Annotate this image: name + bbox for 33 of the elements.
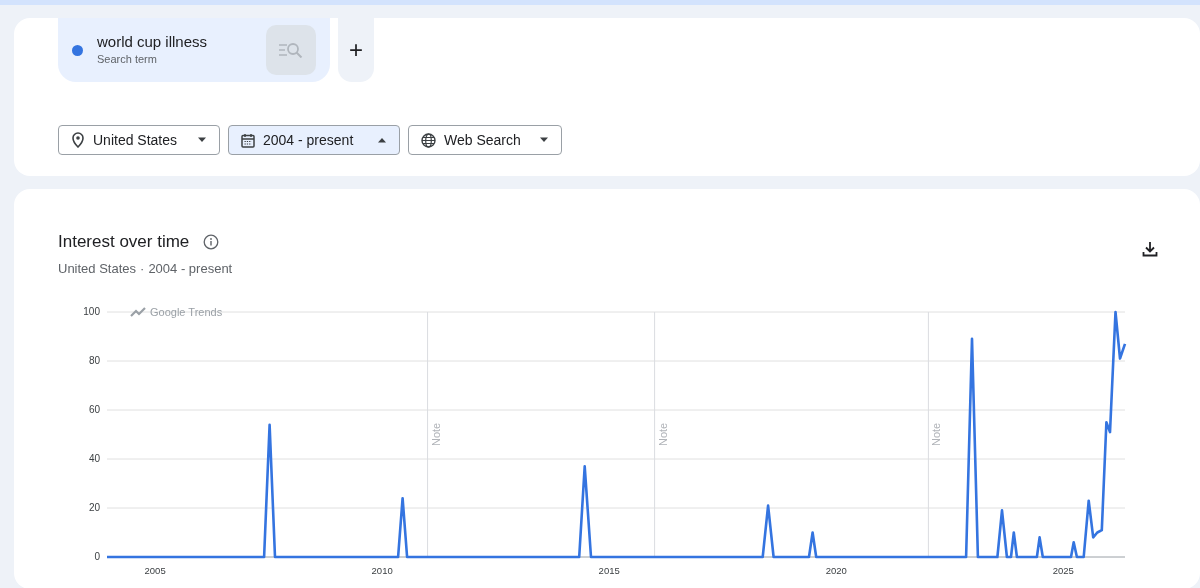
filter-dropdown[interactable]: United States: [58, 125, 220, 155]
caret-down-icon: [539, 137, 549, 143]
caret-down-icon: [197, 137, 207, 143]
filter-dropdown[interactable]: Web Search: [408, 125, 562, 155]
search-term-caption: Search term: [97, 51, 158, 67]
x-tick-label: 2020: [825, 565, 847, 576]
search-term: world cup illness: [97, 32, 208, 51]
location-pin-icon: [71, 132, 85, 148]
y-tick-label: 100: [83, 306, 100, 317]
x-tick-label: 2005: [144, 565, 166, 576]
y-tick-label: 60: [88, 404, 100, 415]
trends-logo-icon: [130, 307, 146, 317]
chart-subtitle-part: ·: [140, 259, 145, 278]
y-tick-label: 20: [88, 502, 100, 513]
brand-label: Google Trends: [150, 306, 223, 318]
search-term-card[interactable]: world cup illness Search term: [58, 18, 330, 82]
chart-subtitle-part: United States: [58, 259, 137, 278]
x-tick-label: 2015: [598, 565, 620, 576]
info-icon[interactable]: [203, 233, 220, 250]
y-tick-label: 40: [88, 453, 100, 464]
x-tick-label: 2010: [371, 565, 393, 576]
search-list-icon: [278, 42, 304, 58]
chart-subtitle-part: 2004 - present: [148, 259, 233, 278]
y-tick-label: 80: [88, 355, 100, 366]
filter-dropdown[interactable]: 2004 - present: [228, 125, 400, 155]
calendar-icon: [241, 132, 255, 148]
add-term-button[interactable]: +: [338, 18, 374, 82]
caret-up-icon: [377, 137, 387, 143]
x-tick-label: 2025: [1052, 565, 1074, 576]
y-tick-label: 0: [94, 551, 100, 562]
globe-icon: [421, 132, 436, 148]
download-icon[interactable]: [1141, 240, 1159, 258]
chart-title: Interest over time: [58, 231, 190, 253]
